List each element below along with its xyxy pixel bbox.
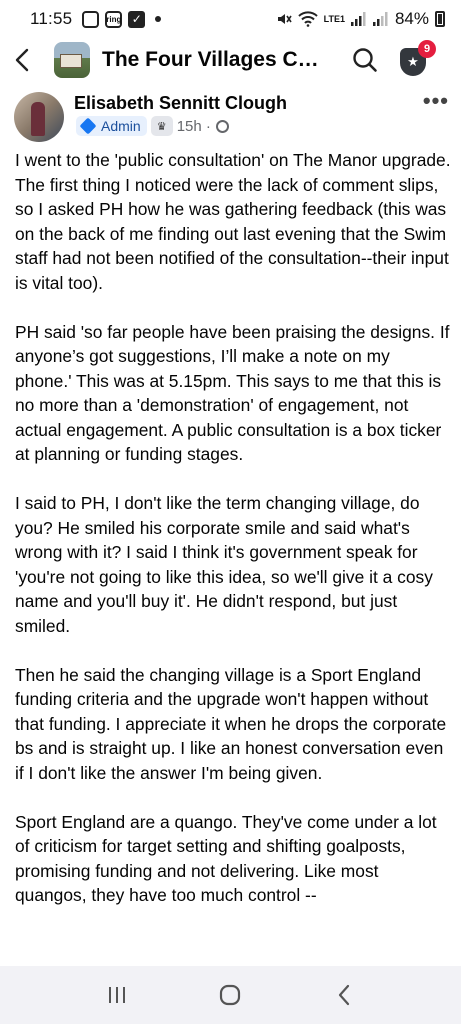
signal-icon [350, 12, 366, 26]
post-paragraph: I went to the 'public consultation' on T… [15, 150, 451, 293]
instagram-icon [82, 10, 100, 28]
search-icon [353, 48, 377, 72]
recent-apps-icon [108, 987, 125, 1003]
app-header: The Four Villages Com... ★ 9 [0, 38, 461, 82]
network-label: LTE1 [323, 14, 345, 24]
post-paragraph: PH said 'so far people have been praisin… [15, 321, 450, 465]
group-badge-button[interactable]: ★ 9 [400, 40, 436, 76]
home-icon [220, 984, 241, 1006]
back-button[interactable] [14, 42, 44, 78]
group-title[interactable]: The Four Villages Com... [102, 48, 330, 72]
post-paragraph: Then he said the changing village is a S… [15, 664, 447, 783]
battery-icon [435, 11, 445, 27]
more-options-button[interactable]: ••• [423, 88, 449, 114]
notification-count: 9 [418, 40, 436, 58]
admin-label: Admin [101, 118, 141, 134]
search-button[interactable] [350, 45, 380, 75]
author-name[interactable]: Elisabeth Sennitt Clough [74, 93, 287, 114]
ring-icon: ring [105, 10, 123, 28]
post-paragraph: I said to PH, I don't like the term chan… [15, 493, 433, 636]
member-rank-icon[interactable]: ♛ [150, 116, 173, 136]
mute-icon [277, 14, 292, 24]
post-paragraph: Sport England are a quango. They've come… [15, 811, 437, 906]
avatar-figure [31, 102, 45, 136]
house-image [60, 54, 82, 68]
post-meta: Admin ♛ 15h · [76, 116, 229, 136]
status-time: 11:55 [30, 9, 73, 28]
post-time[interactable]: 15h · [177, 118, 211, 135]
post-header: Elisabeth Sennitt Clough Admin ♛ 15h · •… [0, 88, 461, 148]
system-nav-bar [0, 966, 461, 1024]
status-right: LTE1 84% [276, 9, 445, 29]
avatar[interactable] [14, 92, 64, 142]
recent-apps-button[interactable] [97, 975, 137, 1015]
post-body: I went to the 'public consultation' on T… [15, 148, 451, 964]
wifi-icon [297, 11, 318, 27]
back-arrow-icon [339, 984, 350, 1006]
dot-icon [155, 16, 162, 22]
group-thumbnail[interactable] [54, 42, 90, 78]
back-nav-button[interactable] [324, 975, 364, 1015]
signal-icon-2 [372, 12, 388, 26]
chevron-left-icon [15, 48, 29, 72]
admin-diamond-icon [79, 117, 97, 135]
battery-percent: 84% [394, 9, 429, 28]
audience-icon [215, 119, 229, 133]
admin-badge[interactable]: Admin [76, 116, 147, 136]
check-icon: ✓ [128, 10, 146, 28]
home-button[interactable] [210, 975, 250, 1015]
status-bar: 11:55 ring ✓ LTE1 84% [0, 0, 461, 38]
